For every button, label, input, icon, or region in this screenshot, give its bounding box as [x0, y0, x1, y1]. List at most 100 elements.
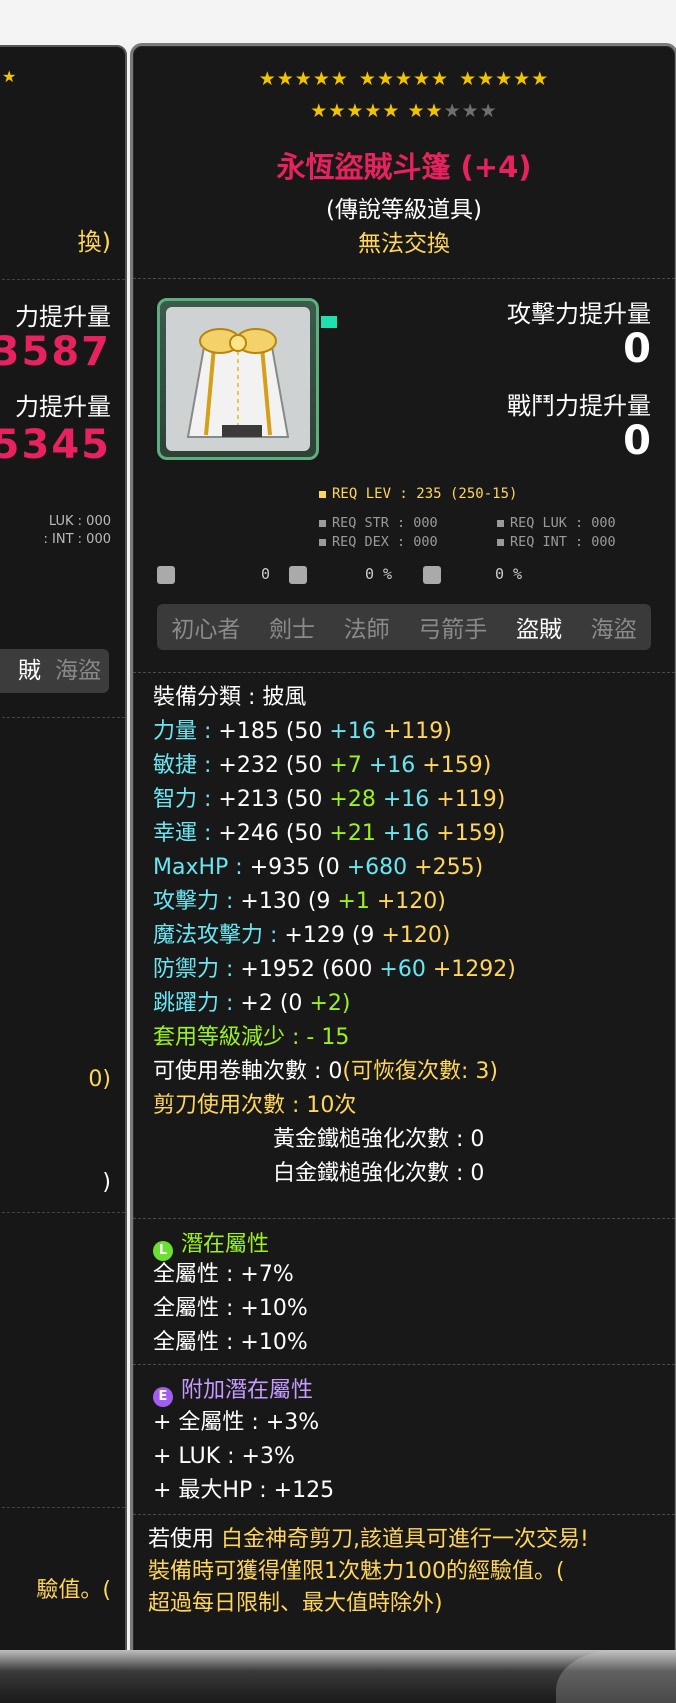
req-int-text: REQ INT : 000: [510, 534, 616, 550]
divider: [0, 1212, 125, 1213]
left-job-active: 賊: [18, 658, 41, 684]
top-background: [0, 0, 676, 40]
stat-scissors: 剪刀使用次數 : 10次: [153, 1093, 357, 1118]
divider: [133, 672, 675, 673]
combat-power-label: 戰鬥力提升量: [507, 392, 651, 420]
additional-line: + 最大HP : +125: [153, 1478, 335, 1503]
left-atk-value: 3587: [0, 329, 111, 375]
stat-scroll-count: 可使用卷軸次數 : 0(可恢復次數: 3): [153, 1059, 498, 1084]
left-trade-text: 換): [77, 228, 111, 256]
star-group: ★★★★★: [459, 68, 550, 90]
divider: [133, 1364, 675, 1365]
star-group: ★★★★★: [258, 68, 349, 90]
stat-jump: 跳躍力 : +2 (0 +2): [153, 991, 351, 1016]
job-bowman: 弓箭手: [418, 617, 488, 643]
stat-list: 裝備分類 : 披風 力量 : +185 (50 +16 +119) 敏捷 : +…: [153, 681, 663, 1191]
req-luk: REQ LUK : 000: [497, 515, 616, 531]
left-cp-value: 5345: [0, 422, 111, 468]
ignore-def-icon: [423, 566, 441, 584]
job-thief: 盜賊: [515, 617, 562, 643]
description-line-1: 若使用 白金神奇剪刀,該道具可進行一次交易!: [148, 1527, 589, 1552]
stat-int: 智力 : +213 (50 +28 +16 +119): [153, 787, 506, 812]
item-description: 若使用 白金神奇剪刀,該道具可進行一次交易! 裝備時可獲得僅限1次魅力100的經…: [148, 1524, 668, 1620]
stat-category: 裝備分類 : 披風: [153, 685, 307, 710]
req-dex-text: REQ DEX : 000: [332, 534, 438, 550]
req-int: REQ INT : 000: [497, 534, 616, 550]
flag-icon: [321, 316, 337, 328]
mini-value-1: 0: [261, 565, 271, 583]
description-line-2: 裝備時可獲得僅限1次魅力100的經驗值。(: [148, 1559, 565, 1584]
stat-level-reduce: 套用等級減少 : - 15: [153, 1025, 350, 1050]
potential-line: 全屬性 : +7%: [153, 1262, 294, 1287]
left-job-last: 海盜: [55, 658, 101, 684]
stat-dex: 敏捷 : +232 (50 +7 +16 +159): [153, 753, 492, 778]
left-desc-fragment: 驗值。(: [36, 1578, 111, 1603]
req-str-text: REQ STR : 000: [332, 515, 438, 531]
item-icon-frame: [157, 298, 319, 460]
left-stat-fragment: 0): [88, 1067, 111, 1092]
stat-str: 力量 : +185 (50 +16 +119): [153, 719, 452, 744]
divider: [0, 279, 125, 280]
left-req-int: : INT : 000: [43, 532, 111, 547]
combat-power-value: 0: [623, 418, 651, 464]
req-level: REQ LEV : 235 (250-15): [319, 486, 517, 502]
job-pirate: 海盜: [590, 617, 637, 643]
req-str: REQ STR : 000: [319, 515, 438, 531]
item-tooltip-panel: ★★★★★ ★★★★★ ★★★★★ ★★★★★ ★★★★★ 永恆盜賊斗篷 (+4) …: [130, 43, 676, 1661]
req-level-text: REQ LEV : 235 (250-15): [332, 486, 518, 502]
potential-label: 潛在屬性: [181, 1232, 270, 1257]
description-line-3: 超過每日限制、最大值時除外): [148, 1591, 443, 1616]
left-tooltip-panel: ★ 換) 力提升量 3587 力提升量 5345 LUK : 000 : INT…: [0, 45, 127, 1659]
left-req-luk: LUK : 000: [48, 514, 111, 529]
req-luk-text: REQ LUK : 000: [510, 515, 616, 531]
left-star-icon: ★: [2, 67, 17, 86]
epic-potential-icon: E: [153, 1387, 173, 1407]
stat-platinum-hammer: 白金鐵槌強化次數 : 0: [273, 1161, 485, 1186]
left-stat-fragment: ): [102, 1170, 111, 1195]
stat-gold-hammer: 黃金鐵槌強化次數 : 0: [273, 1127, 485, 1152]
job-beginner: 初心者: [171, 617, 241, 643]
trade-status: 無法交換: [358, 231, 450, 257]
cape-icon: [166, 307, 310, 451]
starforce-row-1: ★★★★★ ★★★★★ ★★★★★: [133, 68, 675, 90]
stat-luk: 幸運 : +246 (50 +21 +16 +159): [153, 821, 506, 846]
star-group-filled: ★★★★★ ★★: [310, 100, 444, 122]
stat-defense: 防禦力 : +1952 (600 +60 +1292): [153, 957, 516, 982]
divider: [133, 1218, 675, 1219]
attack-increase-label: 攻擊力提升量: [507, 300, 651, 328]
starforce-row-2: ★★★★★ ★★★★★: [133, 100, 675, 122]
left-atk-label: 力提升量: [15, 303, 111, 331]
stat-magic-attack: 魔法攻擊力 : +129 (9 +120): [153, 923, 451, 948]
additional-line: + LUK : +3%: [153, 1444, 295, 1469]
left-cp-label: 力提升量: [15, 393, 111, 421]
divider: [133, 1514, 675, 1515]
left-job-bar: 賊海盜: [0, 649, 109, 693]
star-group-empty: ★★★: [443, 100, 498, 122]
job-bar: 初心者 劍士 法師 弓箭手 盜賊 海盜: [157, 604, 651, 650]
potential-line: 全屬性 : +10%: [153, 1296, 308, 1321]
job-magician: 法師: [343, 617, 390, 643]
item-rank: (傳說等級道具): [326, 197, 482, 223]
additional-potential-label: 附加潛在屬性: [181, 1378, 314, 1403]
attack-increase-value: 0: [623, 326, 651, 372]
additional-potential-lines: + 全屬性 : +3% + LUK : +3% + 最大HP : +125: [153, 1406, 334, 1508]
job-warrior: 劍士: [268, 617, 315, 643]
mini-value-3: 0 %: [495, 565, 523, 583]
item-name: 永恆盜賊斗篷 (+4): [276, 150, 532, 184]
divider: [0, 717, 125, 718]
stat-attack: 攻擊力 : +130 (9 +1 +120): [153, 889, 446, 914]
stat-maxhp: MaxHP : +935 (0 +680 +255): [153, 855, 484, 880]
potential-line: 全屬性 : +10%: [153, 1330, 308, 1355]
divider: [0, 1507, 125, 1508]
star-group: ★★★★★: [358, 68, 450, 90]
attack-speed-icon: [157, 566, 175, 584]
additional-potential-header: E 附加潛在屬性: [153, 1372, 313, 1407]
potential-lines: 全屬性 : +7% 全屬性 : +10% 全屬性 : +10%: [153, 1258, 308, 1360]
potential-header: L 潛在屬性: [153, 1226, 269, 1261]
boss-icon: [289, 566, 307, 584]
mini-value-2: 0 %: [365, 565, 393, 583]
divider: [133, 278, 675, 279]
req-dex: REQ DEX : 000: [319, 534, 438, 550]
additional-line: + 全屬性 : +3%: [153, 1410, 320, 1435]
bottom-frame: [0, 1650, 676, 1703]
